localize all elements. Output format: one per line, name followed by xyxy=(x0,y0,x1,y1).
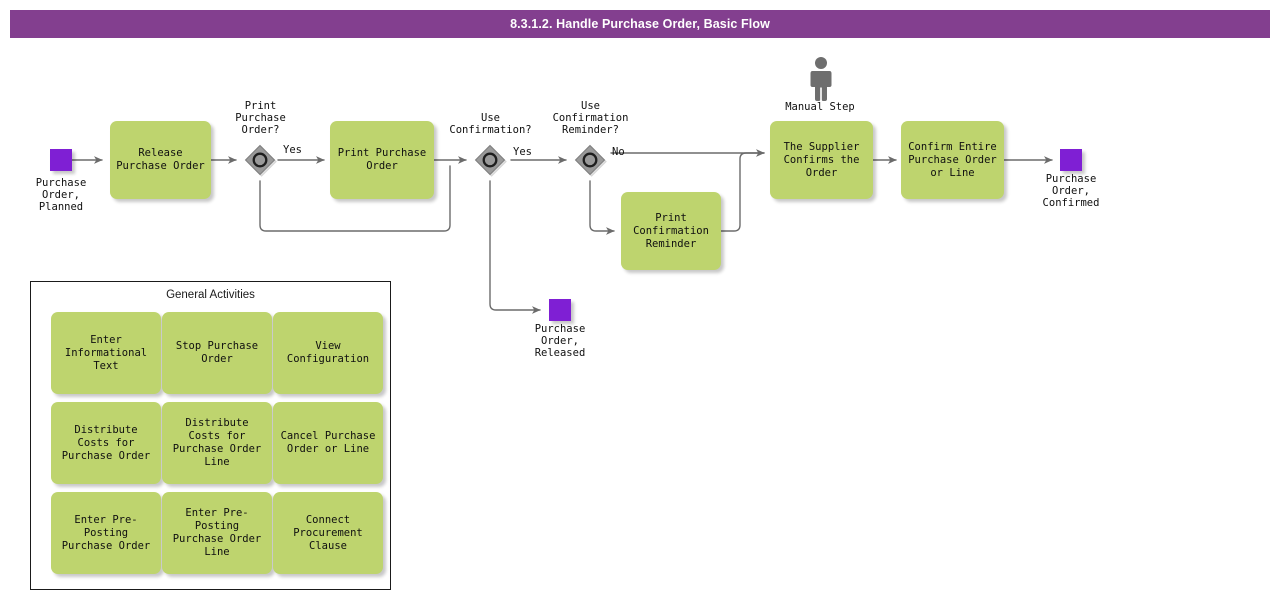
activity-label: Enter Pre- Posting Purchase Order Line xyxy=(172,507,262,558)
task-print-purchase-order[interactable]: Print Purchase Order xyxy=(330,121,434,199)
task-label: Confirm Entire Purchase Order or Line xyxy=(908,140,997,179)
activity-label: Stop Purchase Order xyxy=(175,340,259,365)
task-label: The Supplier Confirms the Order xyxy=(783,140,860,179)
activity-distribute-costs-for-purchase-order[interactable]: Distribute Costs for Purchase Order xyxy=(51,402,161,484)
task-release-purchase-order[interactable]: Release Purchase Order xyxy=(110,121,211,199)
edge-label-gw3-no: No xyxy=(612,146,625,158)
person-icon xyxy=(810,57,832,101)
activity-distribute-costs-for-purchase-order-line[interactable]: Distribute Costs for Purchase Order Line xyxy=(162,402,272,484)
gateway-use-confirmation-label: Use Confirmation? xyxy=(449,112,532,136)
activity-label: Enter Pre- Posting Purchase Order xyxy=(61,513,151,552)
start-event-purchase-order-planned[interactable] xyxy=(50,149,72,171)
activity-label: Distribute Costs for Purchase Order Line xyxy=(172,417,262,468)
start-event-label: Purchase Order, Planned xyxy=(35,177,87,213)
general-activities-title: General Activities xyxy=(166,289,255,301)
edge-label-gw1-yes: Yes xyxy=(283,144,302,156)
end-event-released-label: Purchase Order, Released xyxy=(534,323,586,359)
end-event-purchase-order-released[interactable] xyxy=(549,299,571,321)
activity-view-configuration[interactable]: View Configuration xyxy=(273,312,383,394)
edge-reminder-to-supplier xyxy=(720,152,765,232)
bpmn-diagram-canvas: Purchase Order, Planned Release Purchase… xyxy=(0,0,1280,600)
manual-step-label: Manual Step xyxy=(785,101,855,113)
general-activities-panel: General Activities Enter Informational T… xyxy=(30,281,391,590)
gateway-use-confirmation[interactable] xyxy=(473,143,507,177)
edge-label-gw2-yes: Yes xyxy=(513,146,532,158)
manual-step-icon-group xyxy=(806,56,836,102)
gateway-print-purchase-order-label: Print Purchase Order? xyxy=(235,100,286,136)
activity-enter-informational-text[interactable]: Enter Informational Text xyxy=(51,312,161,394)
activity-label: Distribute Costs for Purchase Order xyxy=(61,423,151,462)
task-print-confirmation-reminder[interactable]: Print Confirmation Reminder xyxy=(621,192,721,270)
general-activities-grid: Enter Informational Text Stop Purchase O… xyxy=(51,312,383,574)
activity-enter-pre-posting-purchase-order-line[interactable]: Enter Pre- Posting Purchase Order Line xyxy=(162,492,272,574)
activity-label: Connect Procurement Clause xyxy=(293,513,363,552)
activity-label: Enter Informational Text xyxy=(64,333,148,372)
activity-connect-procurement-clause[interactable]: Connect Procurement Clause xyxy=(273,492,383,574)
activity-cancel-purchase-order-or-line[interactable]: Cancel Purchase Order or Line xyxy=(273,402,383,484)
end-event-confirmed-label: Purchase Order, Confirmed xyxy=(1042,173,1100,209)
activity-stop-purchase-order[interactable]: Stop Purchase Order xyxy=(162,312,272,394)
gateway-use-confirmation-reminder-label: Use Confirmation Reminder? xyxy=(552,100,629,136)
task-label: Print Purchase Order xyxy=(337,147,427,172)
gateway-print-purchase-order[interactable] xyxy=(243,143,277,177)
edge-gw2-to-released xyxy=(489,180,541,314)
end-event-purchase-order-confirmed[interactable] xyxy=(1060,149,1082,171)
task-the-supplier-confirms-the-order[interactable]: The Supplier Confirms the Order xyxy=(770,121,873,199)
edge-gw3-to-reminder xyxy=(589,180,615,235)
activity-label: Cancel Purchase Order or Line xyxy=(280,430,376,455)
task-label: Print Confirmation Reminder xyxy=(633,211,709,250)
task-confirm-entire-purchase-order-or-line[interactable]: Confirm Entire Purchase Order or Line xyxy=(901,121,1004,199)
activity-enter-pre-posting-purchase-order[interactable]: Enter Pre- Posting Purchase Order xyxy=(51,492,161,574)
gateway-use-confirmation-reminder[interactable] xyxy=(573,143,607,177)
activity-label: View Configuration xyxy=(286,340,370,365)
task-label: Release Purchase Order xyxy=(116,147,205,172)
